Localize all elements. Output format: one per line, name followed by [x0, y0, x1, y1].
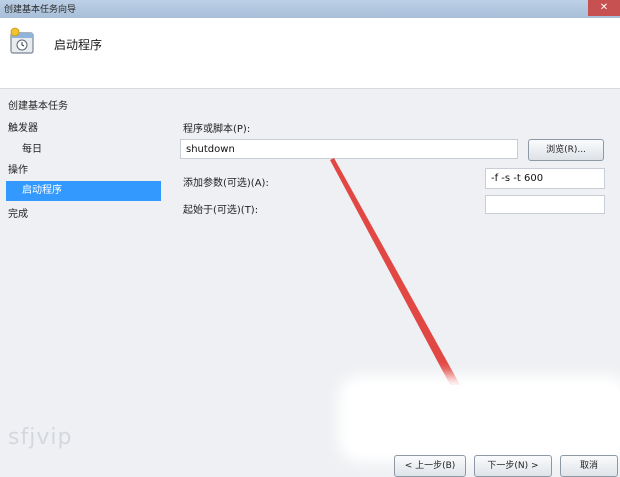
cancel-button[interactable]: 取消 [560, 455, 618, 477]
window-title: 创建基本任务向导 [4, 5, 77, 15]
step-daily: 每日 [22, 144, 42, 155]
step-trigger: 触发器 [8, 123, 38, 134]
start-in-input[interactable] [485, 195, 605, 214]
arguments-label: 添加参数(可选)(A): [183, 178, 269, 189]
page-title: 启动程序 [54, 38, 103, 52]
step-create-basic-task: 创建基本任务 [8, 101, 68, 112]
close-button[interactable]: ✕ [588, 0, 620, 16]
task-clock-icon [10, 27, 34, 54]
back-button[interactable]: < 上一步(B) [394, 455, 466, 477]
wizard-steps-sidebar: 创建基本任务 触发器 每日 操作 启动程序 完成 [0, 89, 165, 477]
title-bar: 创建基本任务向导 ✕ [0, 0, 620, 18]
step-action: 操作 [8, 165, 28, 176]
watermark: sfjvip [8, 425, 73, 450]
step-finish: 完成 [8, 209, 28, 220]
step-start-program: 启动程序 [6, 181, 161, 201]
start-in-label: 起始于(可选)(T): [183, 205, 259, 216]
obscured-region [348, 385, 620, 453]
next-button[interactable]: 下一步(N) > [474, 455, 552, 477]
program-label: 程序或脚本(P): [183, 124, 251, 135]
arguments-input[interactable] [485, 168, 605, 189]
program-input[interactable] [180, 139, 518, 159]
wizard-header: 启动程序 [0, 18, 620, 89]
browse-button[interactable]: 浏览(R)... [528, 139, 604, 161]
